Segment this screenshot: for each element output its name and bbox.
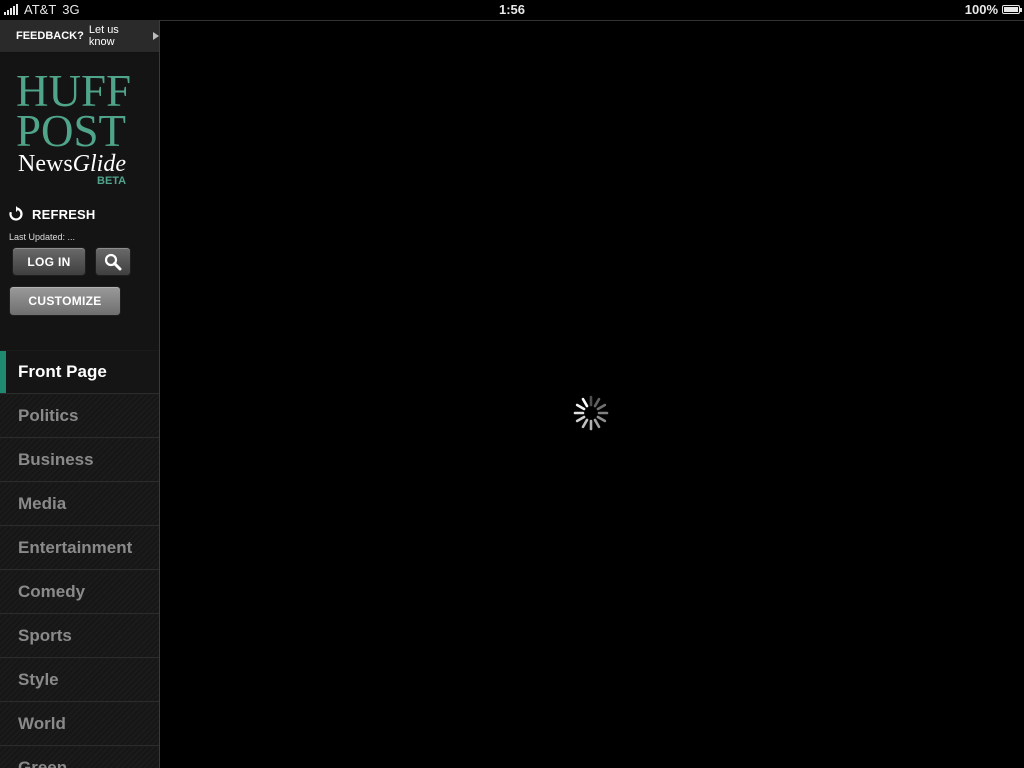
login-button[interactable]: LOG IN	[12, 247, 86, 276]
nav-item-front-page[interactable]: Front Page	[0, 350, 159, 394]
nav-item-style[interactable]: Style	[0, 658, 159, 702]
sidebar: FEEDBACK? Let us know HUFF POST NewsGlid…	[0, 20, 159, 768]
search-icon	[104, 253, 122, 270]
content-area	[160, 20, 1024, 768]
loading-spinner-icon	[573, 395, 609, 431]
battery-percent: 100%	[964, 2, 998, 17]
nav-item-green[interactable]: Green	[0, 746, 159, 768]
refresh-label: REFRESH	[32, 206, 96, 222]
nav-item-politics[interactable]: Politics	[0, 394, 159, 438]
clock: 1:56	[498, 2, 526, 17]
nav-item-world[interactable]: World	[0, 702, 159, 746]
nav-item-business[interactable]: Business	[0, 438, 159, 482]
spinner-spoke	[575, 403, 586, 411]
nav-item-media[interactable]: Media	[0, 482, 159, 526]
nav-item-comedy[interactable]: Comedy	[0, 570, 159, 614]
refresh-button[interactable]: REFRESH	[0, 201, 159, 227]
search-button[interactable]	[95, 247, 131, 276]
feedback-link[interactable]: Let us know	[89, 24, 145, 48]
feedback-bar[interactable]: FEEDBACK? Let us know	[0, 20, 159, 53]
spinner-spoke	[593, 397, 601, 408]
logo-post: POST	[16, 106, 127, 156]
feedback-title: FEEDBACK?	[16, 30, 84, 42]
logo-news: News	[18, 151, 73, 177]
nav-item-entertainment[interactable]: Entertainment	[0, 526, 159, 570]
nav-item-sports[interactable]: Sports	[0, 614, 159, 658]
battery-icon	[1002, 5, 1022, 14]
refresh-icon	[9, 206, 23, 221]
huffpost-logo: HUFF POST NewsGlide BETA	[0, 53, 159, 195]
status-bar: AT&T 3G 1:56 100%	[0, 0, 1024, 20]
section-nav: Front Page Politics Business Media Entertain…	[0, 350, 159, 768]
spinner-spoke	[581, 418, 589, 429]
status-right: 100%	[964, 2, 1022, 17]
logo-newsglide: NewsGlide	[18, 151, 159, 177]
beta-badge: BETA	[97, 175, 127, 187]
spinner-spoke	[581, 397, 589, 408]
button-row: LOG IN	[0, 247, 159, 276]
spinner-spoke	[575, 415, 586, 423]
spinner-spoke	[593, 418, 601, 429]
customize-button[interactable]: CUSTOMIZE	[9, 286, 121, 316]
logo-huff: HUFF	[16, 66, 132, 116]
spinner-spoke	[596, 415, 607, 423]
spinner-spoke	[596, 403, 607, 411]
logo-glide: Glide	[72, 151, 126, 177]
last-updated: Last Updated: ...	[9, 232, 76, 242]
